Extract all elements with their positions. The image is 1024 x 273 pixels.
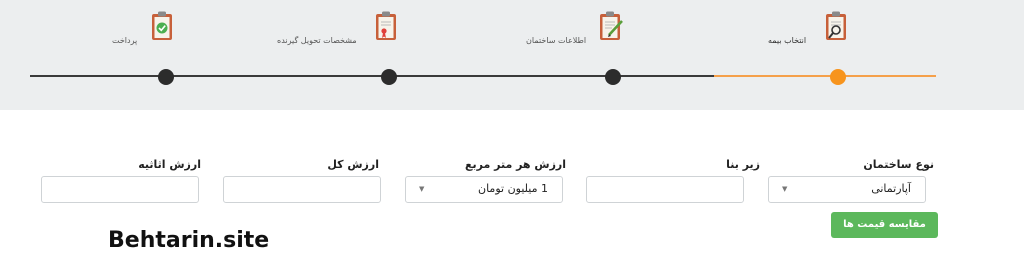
price-per-meter-select[interactable]: 1 میلیون تومان ▼ <box>405 176 563 203</box>
price-per-meter-value: 1 میلیون تومان <box>478 182 548 195</box>
chevron-down-icon: ▼ <box>782 185 788 193</box>
step-dot <box>605 69 621 85</box>
step-label: اطلاعات ساختمان <box>526 36 587 45</box>
clipboard-magnifier-icon <box>826 11 846 40</box>
area-input[interactable] <box>586 176 744 203</box>
building-type-select[interactable]: آپارتمانی ▼ <box>768 176 926 203</box>
step-dot-active <box>830 69 846 85</box>
page: انتخاب بیمه اطلاعات ساختمان مشخصات تحویل… <box>0 0 1024 273</box>
clipboard-check-icon <box>152 11 172 40</box>
step-label: انتخاب بیمه <box>768 36 807 45</box>
total-value-label: ارزش کل <box>327 158 379 171</box>
progress-stepper: انتخاب بیمه اطلاعات ساختمان مشخصات تحویل… <box>0 0 1024 110</box>
step-dot <box>381 69 397 85</box>
step-dot <box>158 69 174 85</box>
step-label: مشخصات تحویل گیرنده <box>277 36 357 45</box>
site-watermark: Behtarin.site <box>108 228 270 253</box>
compare-prices-button[interactable]: مقایسه قیمت ها <box>831 212 938 238</box>
chevron-down-icon: ▼ <box>419 185 425 193</box>
step-payment[interactable]: پرداخت <box>100 8 190 108</box>
building-type-label: نوع ساختمان <box>863 158 934 171</box>
clipboard-certificate-icon <box>376 11 396 40</box>
furniture-value-input[interactable] <box>41 176 199 203</box>
building-type-value: آپارتمانی <box>871 182 911 195</box>
total-value-input[interactable] <box>223 176 381 203</box>
step-select-insurance[interactable]: انتخاب بیمه <box>760 8 900 108</box>
step-recipient-details[interactable]: مشخصات تحویل گیرنده <box>270 8 420 108</box>
step-building-info[interactable]: اطلاعات ساختمان <box>520 8 660 108</box>
furniture-value-label: ارزش اثاثیه <box>138 158 201 171</box>
price-per-meter-label: ارزش هر متر مربع <box>464 158 566 171</box>
clipboard-pencil-icon <box>600 11 623 40</box>
area-label: زیر بنا <box>726 158 760 171</box>
step-label: پرداخت <box>112 36 138 45</box>
